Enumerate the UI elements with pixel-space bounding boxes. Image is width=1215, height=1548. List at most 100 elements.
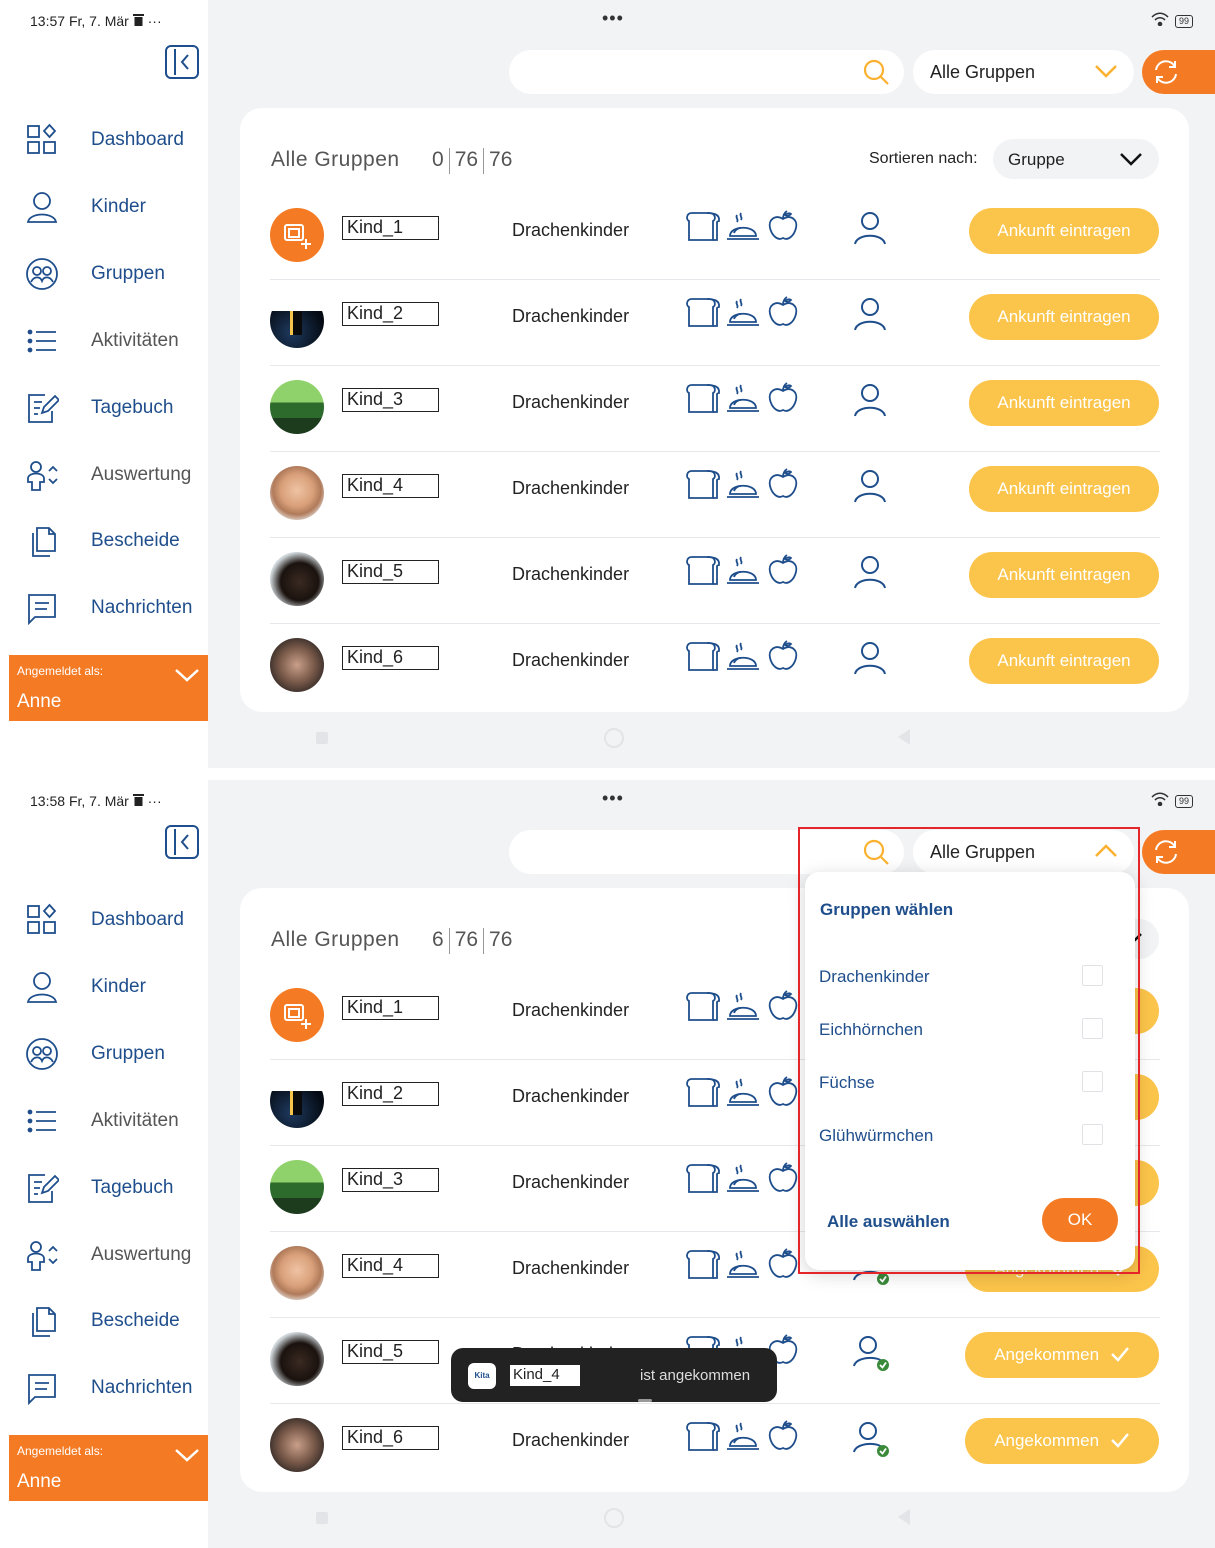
person-checked-icon[interactable] (852, 1334, 892, 1379)
back-button[interactable] (898, 1509, 910, 1525)
sidebar-item-dashboard[interactable]: Dashboard (22, 118, 208, 162)
avatar[interactable] (270, 638, 324, 692)
apple-icon[interactable] (765, 296, 801, 333)
bread-icon[interactable] (685, 1076, 721, 1113)
group-select[interactable]: Alle Gruppen (913, 50, 1134, 94)
home-button[interactable] (604, 728, 624, 748)
multitask-dots[interactable]: ••• (602, 8, 624, 29)
apple-icon[interactable] (765, 382, 801, 419)
avatar[interactable] (270, 380, 324, 434)
cloche-icon[interactable] (725, 1162, 761, 1199)
register-arrival-button[interactable]: Ankunft eintragen (969, 552, 1159, 598)
cloche-icon[interactable] (725, 1076, 761, 1113)
cloche-icon[interactable] (725, 296, 761, 333)
apple-icon[interactable] (765, 1420, 801, 1457)
sync-button[interactable] (1142, 50, 1215, 94)
sidebar-item-gruppen[interactable]: Gruppen (22, 252, 208, 296)
cloche-icon[interactable] (725, 1248, 761, 1285)
register-arrival-button[interactable]: Ankunft eintragen (969, 208, 1159, 254)
bread-icon[interactable] (685, 640, 721, 677)
sidebar-item-nachrichten[interactable]: Nachrichten (22, 1366, 208, 1410)
register-arrival-button[interactable]: Ankunft eintragen (969, 466, 1159, 512)
bread-icon[interactable] (685, 554, 721, 591)
multitask-dots[interactable]: ••• (602, 788, 624, 809)
avatar[interactable] (270, 552, 324, 606)
person-icon[interactable] (852, 210, 890, 253)
apple-icon[interactable] (765, 1248, 801, 1285)
sidebar-item-kinder[interactable]: Kinder (22, 185, 208, 229)
register-arrival-button[interactable]: Ankunft eintragen (969, 380, 1159, 426)
collapse-sidebar-button[interactable] (164, 44, 200, 80)
cloche-icon[interactable] (725, 554, 761, 591)
recent-apps-button[interactable] (316, 1512, 328, 1524)
bread-icon[interactable] (685, 1162, 721, 1199)
sync-button[interactable] (1142, 830, 1215, 874)
register-arrival-button[interactable]: Ankunft eintragen (969, 294, 1159, 340)
arrived-button[interactable]: Angekommen (965, 1418, 1159, 1464)
person-icon[interactable] (852, 382, 890, 425)
user-menu[interactable]: Angemeldet als: Anne (9, 655, 208, 721)
sidebar-item-dashboard[interactable]: Dashboard (22, 898, 208, 942)
apple-icon[interactable] (765, 990, 801, 1027)
add-photo-avatar[interactable] (270, 208, 324, 262)
avatar[interactable] (270, 1418, 324, 1472)
cloche-icon[interactable] (725, 382, 761, 419)
apple-icon[interactable] (765, 1076, 801, 1113)
child-group: Drachenkinder (512, 392, 630, 412)
sidebar-item-bescheide[interactable]: Bescheide (22, 519, 208, 563)
bread-icon[interactable] (685, 210, 721, 247)
recent-apps-button[interactable] (316, 732, 328, 744)
avatar[interactable] (270, 294, 324, 348)
bread-icon[interactable] (685, 1420, 721, 1457)
arrived-button[interactable]: Angekommen (965, 1332, 1159, 1378)
sidebar-item-kinder[interactable]: Kinder (22, 965, 208, 1009)
sidebar-item-tagebuch[interactable]: Tagebuch (22, 386, 208, 430)
bread-icon[interactable] (685, 382, 721, 419)
sidebar-item-gruppen[interactable]: Gruppen (22, 1032, 208, 1076)
sidebar-item-aktivitten[interactable]: Aktivitäten (22, 319, 208, 363)
collapse-sidebar-button[interactable] (164, 824, 200, 860)
apple-icon[interactable] (765, 554, 801, 591)
avatar[interactable] (270, 1074, 324, 1128)
avatar[interactable] (270, 466, 324, 520)
bread-icon[interactable] (685, 990, 721, 1027)
search-icon[interactable] (862, 58, 890, 91)
person-icon[interactable] (852, 296, 890, 339)
apple-icon[interactable] (765, 1162, 801, 1199)
cloche-icon[interactable] (725, 640, 761, 677)
home-button[interactable] (604, 1508, 624, 1528)
sort-select[interactable]: Gruppe (993, 139, 1159, 179)
sidebar-item-auswertung[interactable]: Auswertung (22, 453, 208, 497)
cloche-icon[interactable] (725, 990, 761, 1027)
person-checked-icon[interactable] (852, 1420, 892, 1465)
person-icon[interactable] (852, 640, 890, 683)
apple-icon[interactable] (765, 640, 801, 677)
apple-icon[interactable] (765, 210, 801, 247)
back-button[interactable] (898, 729, 910, 745)
avatar[interactable] (270, 1332, 324, 1386)
cloche-icon[interactable] (725, 210, 761, 247)
user-menu[interactable]: Angemeldet als: Anne (9, 1435, 208, 1501)
avatar[interactable] (270, 1246, 324, 1300)
cloche-icon[interactable] (725, 468, 761, 505)
sidebar-item-bescheide[interactable]: Bescheide (22, 1299, 208, 1343)
bread-icon[interactable] (685, 1248, 721, 1285)
arrived-label: Angekommen (994, 1345, 1100, 1364)
person-icon[interactable] (852, 554, 890, 597)
evaluation-icon (22, 1235, 62, 1275)
apple-icon[interactable] (765, 468, 801, 505)
search-input[interactable] (509, 50, 904, 94)
person-icon[interactable] (852, 468, 890, 511)
cloche-icon[interactable] (725, 1420, 761, 1457)
meal-icons (685, 382, 801, 419)
avatar[interactable] (270, 1160, 324, 1214)
sidebar-item-nachrichten[interactable]: Nachrichten (22, 586, 208, 630)
sidebar-item-aktivitten[interactable]: Aktivitäten (22, 1099, 208, 1143)
sidebar-item-auswertung[interactable]: Auswertung (22, 1233, 208, 1277)
sidebar-item-tagebuch[interactable]: Tagebuch (22, 1166, 208, 1210)
register-arrival-button[interactable]: Ankunft eintragen (969, 638, 1159, 684)
child-name: Kind_6 (342, 646, 439, 670)
add-photo-avatar[interactable] (270, 988, 324, 1042)
bread-icon[interactable] (685, 468, 721, 505)
bread-icon[interactable] (685, 296, 721, 333)
